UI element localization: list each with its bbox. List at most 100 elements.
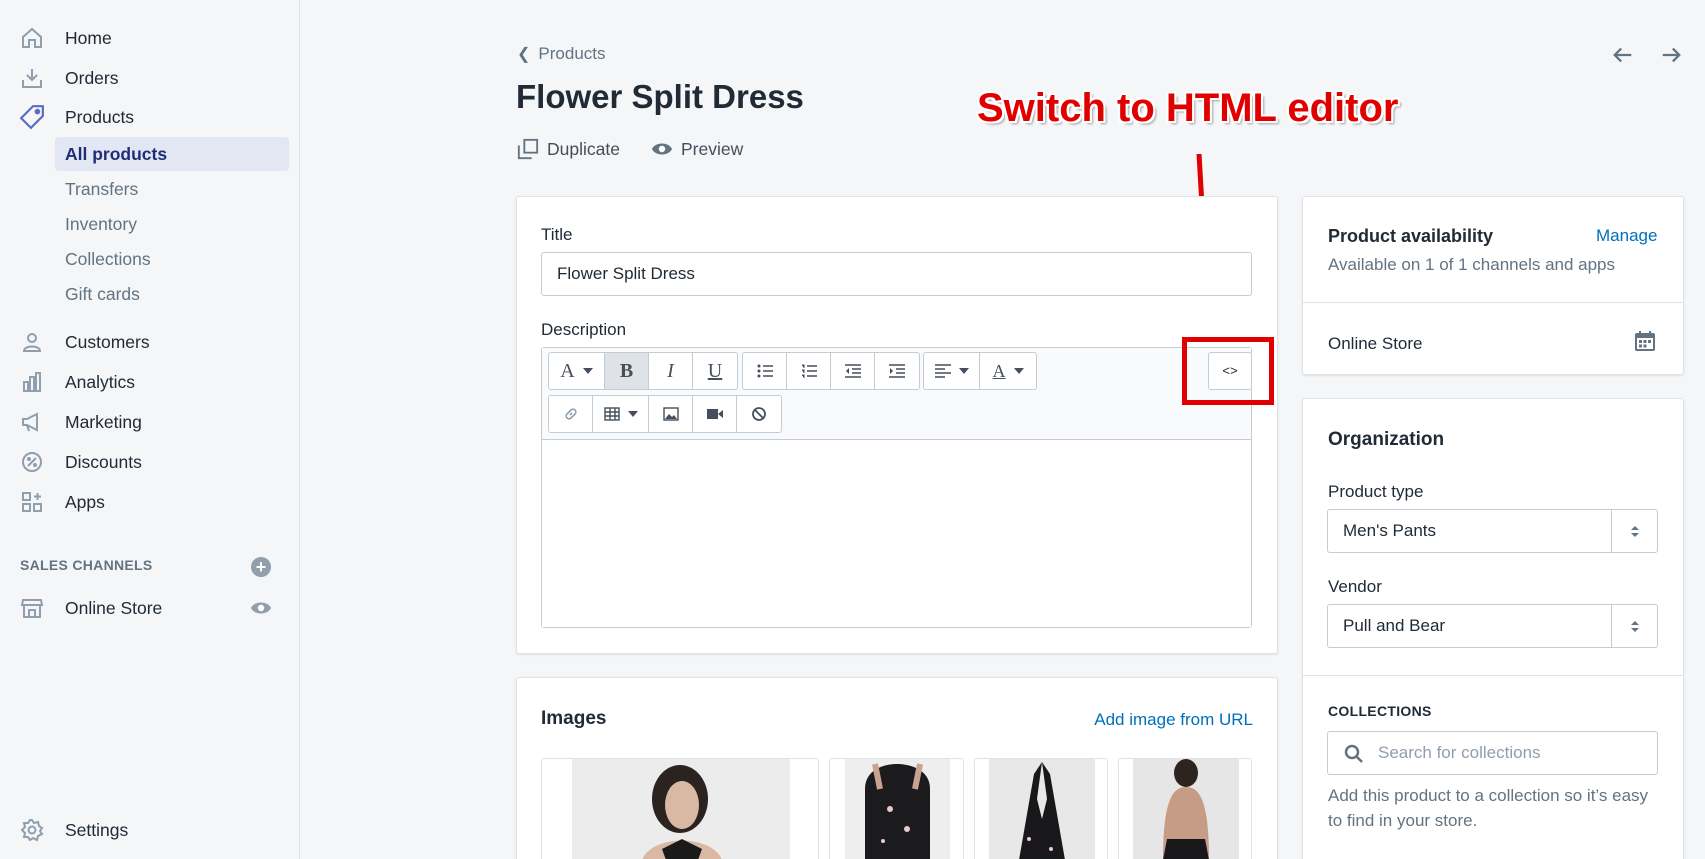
availability-heading: Product availability [1328,226,1494,246]
page-title: Flower Split Dress [516,78,804,115]
home-icon [18,24,46,52]
vendor-select[interactable]: Pull and Bear [1327,604,1658,648]
list-group [742,352,920,390]
numbered-list-button[interactable] [787,353,831,389]
duplicate-label: Duplicate [547,138,620,159]
orders-icon [18,64,46,92]
add-image-from-url-link[interactable]: Add image from URL [1094,710,1253,730]
nav-label: Apps [65,491,105,512]
collections-placeholder: Search for collections [1378,743,1541,762]
insert-image-button[interactable] [649,396,693,432]
outdent-button[interactable] [831,353,875,389]
text-color-icon: A [992,360,1006,381]
product-type-value: Men's Pants [1343,521,1437,540]
description-text-area[interactable] [542,441,1251,627]
preview-button[interactable]: Preview [651,138,743,160]
apps-icon [18,488,46,516]
image-placeholder [989,759,1095,859]
insert-video-button[interactable] [693,396,737,432]
video-icon [706,409,723,419]
nav-label: Online Store [65,597,163,618]
nav-label: Orders [65,67,119,88]
align-color-group: A [923,352,1037,390]
chevron-down-icon [627,411,638,417]
chevron-down-icon [1013,368,1024,374]
nav-analytics[interactable]: Analytics [0,362,300,402]
nav-collections[interactable]: Collections [55,242,289,276]
duplicate-button[interactable]: Duplicate [517,138,620,160]
collections-label: COLLECTIONS [1328,703,1432,719]
model-back-photo-icon [1163,759,1209,859]
schedule-calendar-icon[interactable] [1634,330,1656,357]
table-icon [603,407,620,421]
manage-link[interactable]: Manage [1596,226,1657,246]
product-image[interactable] [974,758,1108,859]
nav-customers[interactable]: Customers [0,322,300,362]
nav-apps[interactable]: Apps [0,482,300,522]
nav-label: Transfers [65,178,139,199]
indent-button[interactable] [875,353,919,389]
nav-label: Customers [65,331,150,352]
insert-group [548,395,782,433]
font-style-dropdown[interactable]: A [549,353,605,389]
select-arrows-icon [1611,605,1657,647]
nav-discounts[interactable]: Discounts [0,442,300,482]
nav-inventory[interactable]: Inventory [55,207,289,241]
underline-button[interactable]: U [693,353,737,389]
breadcrumb[interactable]: ❮ Products [517,44,606,64]
chevron-left-icon: ❮ [517,46,531,63]
italic-button[interactable]: I [649,353,693,389]
collections-help-text: Add this product to a collection so it’s… [1328,786,1649,830]
insert-link-button[interactable] [549,396,593,432]
images-heading: Images [541,708,607,729]
font-icon: A [560,359,575,382]
nav-products[interactable]: Products [0,97,300,137]
divider [1303,302,1683,303]
product-image[interactable] [1118,758,1252,859]
editor-toolbar: A B I U A <> [542,348,1252,440]
clear-formatting-button[interactable] [737,396,781,432]
preview-label: Preview [681,138,744,159]
add-sales-channel-button[interactable]: + [251,557,271,577]
dress-photo-icon [1019,762,1065,859]
nav-home[interactable]: Home [0,18,300,58]
align-dropdown[interactable] [924,353,980,389]
availability-subtitle: Available on 1 of 1 channels and apps [1328,255,1616,274]
store-icon [18,594,46,622]
sidebar: Home Orders Products All products Transf… [0,0,300,859]
channel-online-store: Online Store [1328,334,1423,353]
text-color-dropdown[interactable]: A [980,353,1036,389]
nav-gift-cards[interactable]: Gift cards [55,277,289,311]
product-image[interactable] [829,758,964,859]
title-input[interactable]: Flower Split Dress [541,252,1252,296]
nav-all-products[interactable]: All products [55,137,289,171]
search-icon [1344,744,1363,763]
annotation-label: Switch to HTML editor [977,86,1399,130]
align-left-icon [934,364,951,378]
numbered-list-icon [801,364,817,378]
bold-icon: B [619,359,634,382]
insert-table-dropdown[interactable] [593,396,649,432]
image-placeholder [1133,759,1239,859]
nav-label: Collections [65,248,151,269]
nav-transfers[interactable]: Transfers [55,172,289,206]
chevron-down-icon [582,368,593,374]
product-image[interactable] [541,758,819,859]
organization-heading: Organization [1328,429,1445,450]
nav-settings[interactable]: Settings [0,810,300,850]
select-arrows-icon [1611,510,1657,552]
italic-icon: I [667,359,674,382]
collections-search-input[interactable]: Search for collections [1327,731,1658,775]
duplicate-icon [517,138,539,160]
description-editor: A B I U A <> [541,347,1252,628]
bulleted-list-button[interactable] [743,353,787,389]
next-product-button[interactable] [1656,40,1686,70]
view-store-eye-icon[interactable] [249,596,273,620]
product-type-select[interactable]: Men's Pants [1327,509,1658,553]
nav-marketing[interactable]: Marketing [0,402,300,442]
nav-label: Home [65,27,112,48]
bold-button[interactable]: B [605,353,649,389]
outdent-icon [844,364,861,378]
nav-orders[interactable]: Orders [0,58,300,98]
previous-product-button[interactable] [1608,40,1638,70]
